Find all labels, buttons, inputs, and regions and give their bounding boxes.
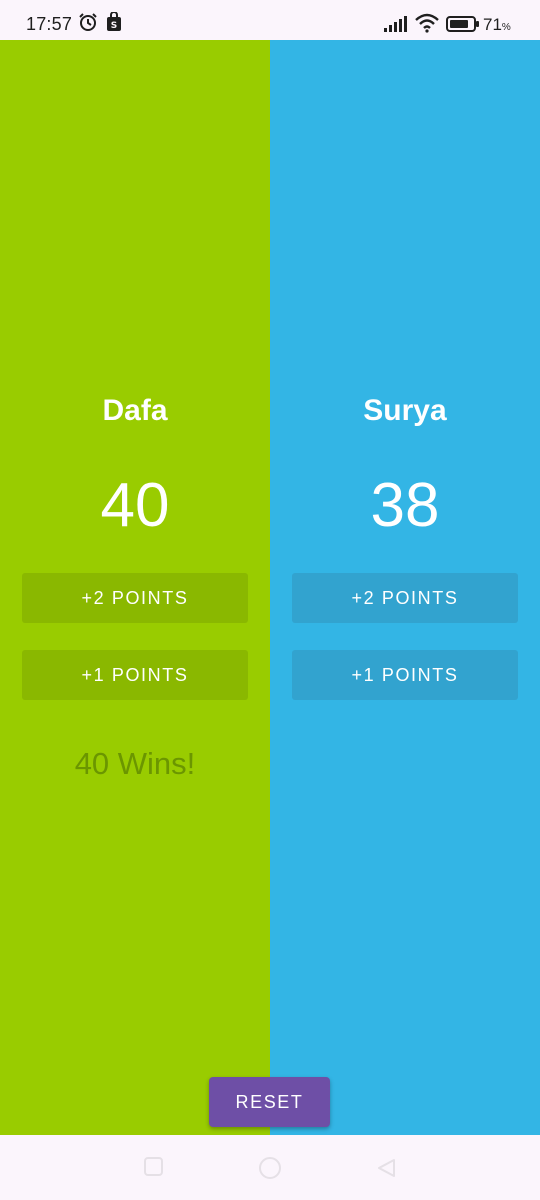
- back-triangle-icon[interactable]: [376, 1158, 396, 1183]
- team-a-name: Dafa: [102, 394, 168, 427]
- team-b-score: 38: [370, 471, 440, 540]
- team-a-panel: Dafa 40 +2 POINTS +1 POINTS 40 Wins!: [0, 40, 270, 1135]
- team-a-plus-two-button[interactable]: +2 POINTS: [22, 573, 248, 623]
- battery-icon: [446, 16, 480, 37]
- status-time: 17:57: [26, 14, 73, 34]
- team-a-plus-one-button[interactable]: +1 POINTS: [22, 650, 248, 700]
- battery-percent: 71%: [483, 15, 511, 34]
- team-b-plus-one-button[interactable]: +1 POINTS: [292, 650, 518, 700]
- team-b-name: Surya: [363, 394, 447, 427]
- svg-text:S: S: [111, 21, 117, 31]
- status-bar: 17:57 S 71%: [0, 0, 540, 40]
- reset-button[interactable]: RESET: [209, 1077, 330, 1127]
- shopping-bag-icon: S: [105, 11, 123, 37]
- alarm-icon: [78, 12, 98, 37]
- signal-icon: [384, 16, 408, 37]
- team-a-win-message: 40 Wins!: [74, 746, 196, 781]
- team-b-plus-two-button[interactable]: +2 POINTS: [292, 573, 518, 623]
- navigation-bar: [0, 1135, 540, 1200]
- team-a-score: 40: [100, 471, 170, 540]
- app-content: Dafa 40 +2 POINTS +1 POINTS 40 Wins! Sur…: [0, 40, 540, 1135]
- wifi-icon: [415, 13, 439, 38]
- recents-square-icon[interactable]: [144, 1157, 164, 1182]
- team-b-panel: Surya 38 +2 POINTS +1 POINTS: [270, 40, 540, 1135]
- home-circle-icon[interactable]: [258, 1156, 282, 1185]
